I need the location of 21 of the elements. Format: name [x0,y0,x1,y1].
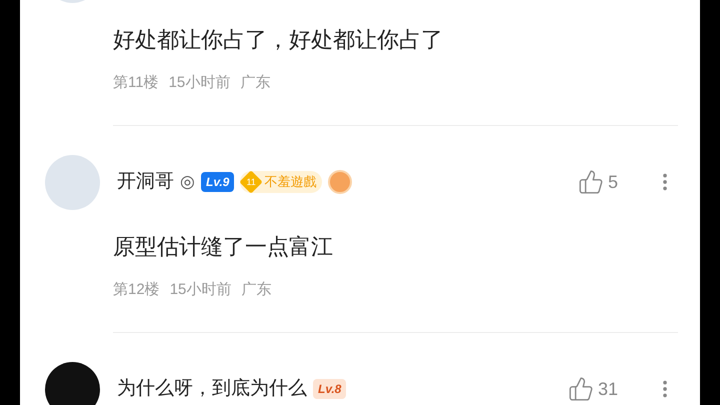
post-time: 15小时前 [170,280,232,300]
like-button[interactable]: 5 [578,168,618,196]
thumbs-up-icon [568,376,594,402]
username[interactable]: 开洞哥 [117,168,174,196]
location: 广东 [241,280,272,300]
comment-text: 原型估计缝了一点富江 [113,234,333,259]
comment-text: 好处都让你占了，好处都让你占了 [113,27,443,52]
medal-icon [328,170,352,194]
level-badge: Lv.9 [201,172,234,192]
post-time: 15小时前 [168,73,230,93]
thumbs-up-icon [578,169,604,195]
fan-level: 11 [246,176,256,189]
avatar[interactable] [45,362,100,405]
floor-number: 第12楼 [113,280,160,300]
like-button[interactable]: 31 [568,376,618,402]
name-mark: ◎ [180,171,195,194]
level-badge: Lv.8 [313,379,346,399]
username[interactable]: 为什么呀，到底为什么 [117,374,307,404]
location: 广东 [240,73,270,93]
floor-number: 第11楼 [113,73,159,93]
fan-label: 不羞遊戲 [264,173,316,192]
